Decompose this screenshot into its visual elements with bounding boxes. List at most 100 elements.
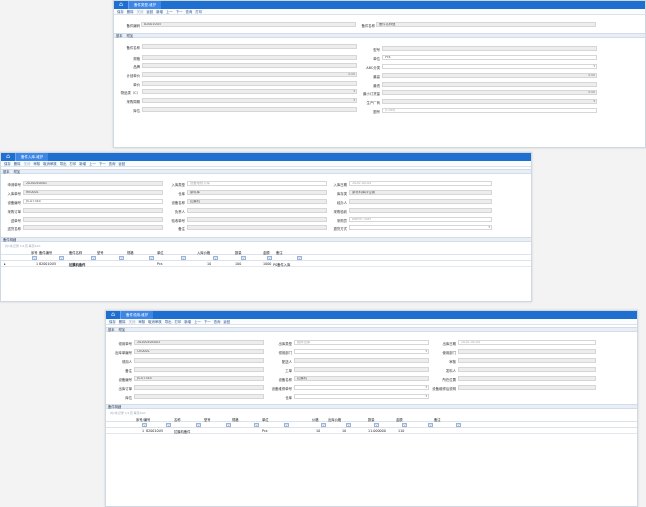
input-b1[interactable]: 维修出库 xyxy=(294,340,429,345)
input-a6[interactable] xyxy=(134,385,264,390)
tab-basic[interactable]: 基本 xyxy=(3,169,10,174)
home-icon[interactable]: ⌂ xyxy=(1,153,15,161)
input-b7[interactable]: ▾ xyxy=(294,394,429,399)
toolbar-query[interactable]: 查询 xyxy=(109,161,116,166)
input-c6[interactable] xyxy=(458,385,596,390)
input-b5[interactable]: 拉膜机 xyxy=(294,376,429,381)
input-l3[interactable] xyxy=(142,63,357,68)
toolbar-back[interactable]: 返回 xyxy=(146,9,153,14)
tab-basic[interactable]: 基本 xyxy=(116,33,123,38)
filter-icon[interactable]: ▽ xyxy=(226,423,231,427)
toolbar-query[interactable]: 查询 xyxy=(185,9,192,14)
toolbar-save[interactable]: 保存 xyxy=(117,9,124,14)
filter-icon[interactable]: ▽ xyxy=(149,256,154,260)
input-b4[interactable] xyxy=(187,208,327,213)
filter-icon[interactable]: ▽ xyxy=(32,256,37,260)
filter-icon[interactable]: ▽ xyxy=(374,423,379,427)
filter-icon[interactable]: ▽ xyxy=(254,423,259,427)
input-c5[interactable] xyxy=(458,376,596,381)
toolbar-audit[interactable]: 审核 xyxy=(138,319,145,324)
input-r5[interactable] xyxy=(382,82,597,87)
toolbar-delete[interactable]: 删除 xyxy=(127,9,134,14)
input-c2[interactable]: 原材料库存位置 xyxy=(349,190,492,195)
input-a7[interactable] xyxy=(134,394,264,399)
filter-icon[interactable]: ▽ xyxy=(119,256,124,260)
home-icon[interactable]: ⌂ xyxy=(114,1,128,9)
toolbar-audit[interactable]: 审核 xyxy=(33,161,40,166)
input-b3[interactable] xyxy=(294,358,429,363)
tab-active[interactable]: 备件入库-维护 xyxy=(15,153,49,161)
toolbar-query[interactable]: 查询 xyxy=(214,319,221,324)
input-b5[interactable] xyxy=(187,217,327,222)
tab-active[interactable]: 备件领用-维护 xyxy=(120,311,154,319)
name-field[interactable]: 备件名称值 xyxy=(376,22,596,27)
input-a2[interactable]: RK0001 xyxy=(23,190,163,195)
toolbar-print[interactable]: 打印 xyxy=(174,319,181,324)
tab-extra[interactable]: 附加 xyxy=(14,169,21,174)
toolbar-print[interactable]: 打印 xyxy=(195,9,202,14)
input-a3[interactable]: JS-07344 xyxy=(23,199,163,204)
home-icon[interactable]: ⌂ xyxy=(106,311,120,319)
input-r2[interactable]: Pcs xyxy=(382,55,597,60)
toolbar-delete[interactable]: 删除 xyxy=(119,319,126,324)
input-c3[interactable] xyxy=(349,199,492,204)
filter-icon[interactable]: ▽ xyxy=(284,423,289,427)
input-a3[interactable] xyxy=(134,358,264,363)
filter-icon[interactable]: ▽ xyxy=(428,423,433,427)
input-c2[interactable] xyxy=(458,349,596,354)
toolbar-prev[interactable]: 上一 xyxy=(194,319,201,324)
toolbar-new[interactable]: 新增 xyxy=(79,161,86,166)
toolbar-unaudit[interactable]: 取消审核 xyxy=(43,161,57,166)
toolbar-print[interactable]: 打印 xyxy=(69,161,76,166)
input-c4[interactable] xyxy=(349,208,492,213)
input-l1[interactable] xyxy=(142,44,357,49)
input-a1[interactable]: 2020040001 xyxy=(23,181,163,186)
toolbar-next[interactable]: 下一 xyxy=(99,161,106,166)
input-r3[interactable]: ▾ xyxy=(382,64,597,69)
tab-basic[interactable]: 基本 xyxy=(108,327,115,332)
filter-icon[interactable]: ▽ xyxy=(346,423,351,427)
input-b2[interactable]: 原料库 xyxy=(187,190,327,195)
input-r7[interactable]: ▾ xyxy=(382,99,597,104)
input-c5[interactable]: Admin User xyxy=(349,217,492,222)
filter-icon[interactable]: ▽ xyxy=(196,423,201,427)
input-r4[interactable]: 0.00 xyxy=(382,73,597,78)
input-a4[interactable] xyxy=(134,367,264,372)
toolbar-close[interactable]: 关闭 xyxy=(137,9,144,14)
filter-icon[interactable]: ▽ xyxy=(267,256,272,260)
tab-active[interactable]: 备件类型-维护 xyxy=(128,1,162,9)
input-r8[interactable]: (Char) xyxy=(382,108,597,113)
input-l8[interactable] xyxy=(142,107,357,112)
filter-icon[interactable]: ▽ xyxy=(181,256,186,260)
toolbar-export[interactable]: 导出 xyxy=(165,319,172,324)
code-field[interactable]: 820010U5 xyxy=(141,22,356,27)
filter-icon[interactable]: ▽ xyxy=(142,423,147,427)
toolbar-new[interactable]: 新增 xyxy=(184,319,191,324)
input-l5[interactable] xyxy=(142,81,357,86)
filter-icon[interactable]: ▽ xyxy=(213,256,218,260)
input-b4[interactable] xyxy=(294,367,429,372)
toolbar-back[interactable]: 返回 xyxy=(118,161,125,166)
input-r1[interactable] xyxy=(382,46,597,51)
input-c1[interactable]: 2020-04-04 xyxy=(349,181,492,186)
input-l4[interactable]: 0.00 xyxy=(142,72,357,77)
input-a6[interactable] xyxy=(23,225,163,230)
input-r6[interactable]: 0.00 xyxy=(382,90,597,95)
filter-icon[interactable]: ▽ xyxy=(456,423,461,427)
toolbar-new[interactable]: 新增 xyxy=(156,9,163,14)
input-c3[interactable] xyxy=(458,358,596,363)
filter-icon[interactable]: ▽ xyxy=(241,256,246,260)
toolbar-prev[interactable]: 上一 xyxy=(166,9,173,14)
input-c4[interactable] xyxy=(458,367,596,372)
input-a4[interactable] xyxy=(23,208,163,213)
toolbar-save[interactable]: 保存 xyxy=(4,161,11,166)
input-l7[interactable]: ▾ xyxy=(142,98,357,103)
input-a2[interactable]: CK0001 xyxy=(134,349,264,354)
toolbar-close[interactable]: 关闭 xyxy=(24,161,31,166)
tab-extra[interactable]: 附加 xyxy=(127,33,134,38)
input-b1[interactable]: 设备维修入库 xyxy=(187,181,327,186)
filter-icon[interactable]: ▽ xyxy=(59,256,64,260)
input-a5[interactable]: JS-07344 xyxy=(134,376,264,381)
filter-icon[interactable]: ▽ xyxy=(297,256,302,260)
table-row[interactable]: ▸ 1 820010U5 拉膜机备件 Pcs 10 100 1000 PS备件入… xyxy=(1,262,531,267)
